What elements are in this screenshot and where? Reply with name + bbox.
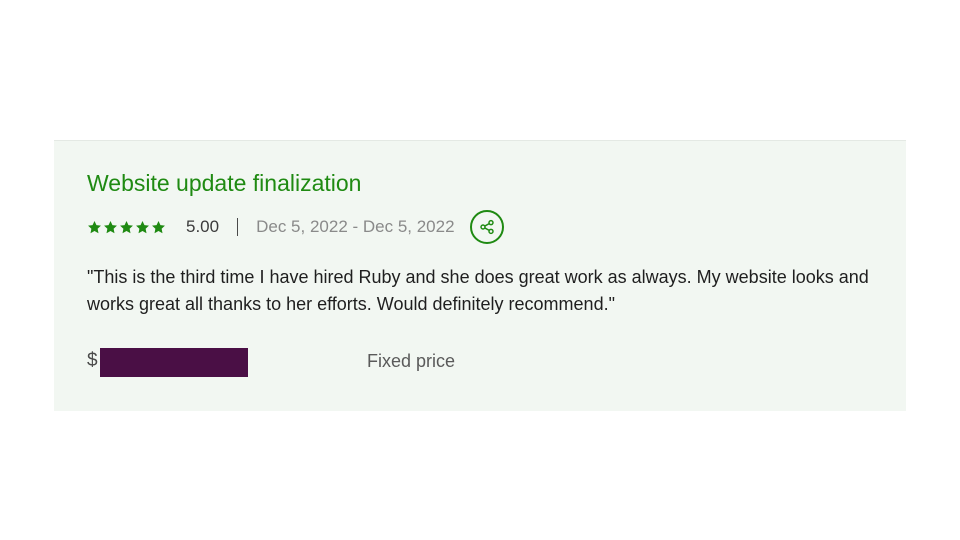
currency-symbol: $ — [87, 350, 98, 371]
star-icon — [104, 220, 117, 233]
rating-value: 5.00 — [186, 217, 220, 236]
job-title[interactable]: Website update finalization — [87, 170, 361, 197]
review-meta: 5.00 Dec 5, 2022 - Dec 5, 2022 — [87, 210, 504, 244]
star-icon — [88, 220, 101, 233]
review-card: Website update finalization 5.00 Dec 5, … — [54, 140, 906, 411]
meta-divider — [237, 218, 239, 236]
star-icon — [120, 220, 133, 233]
share-icon — [479, 219, 494, 235]
star-rating — [87, 220, 166, 235]
redacted-amount — [100, 348, 248, 377]
price-type: Fixed price — [367, 351, 456, 371]
star-icon — [152, 220, 165, 233]
price-row: $ Fixed price — [87, 348, 507, 378]
review-quote: "This is the third time I have hired Rub… — [87, 267, 869, 314]
date-range: Dec 5, 2022 - Dec 5, 2022 — [256, 217, 455, 236]
star-icon — [136, 220, 149, 233]
share-button[interactable] — [469, 210, 504, 244]
